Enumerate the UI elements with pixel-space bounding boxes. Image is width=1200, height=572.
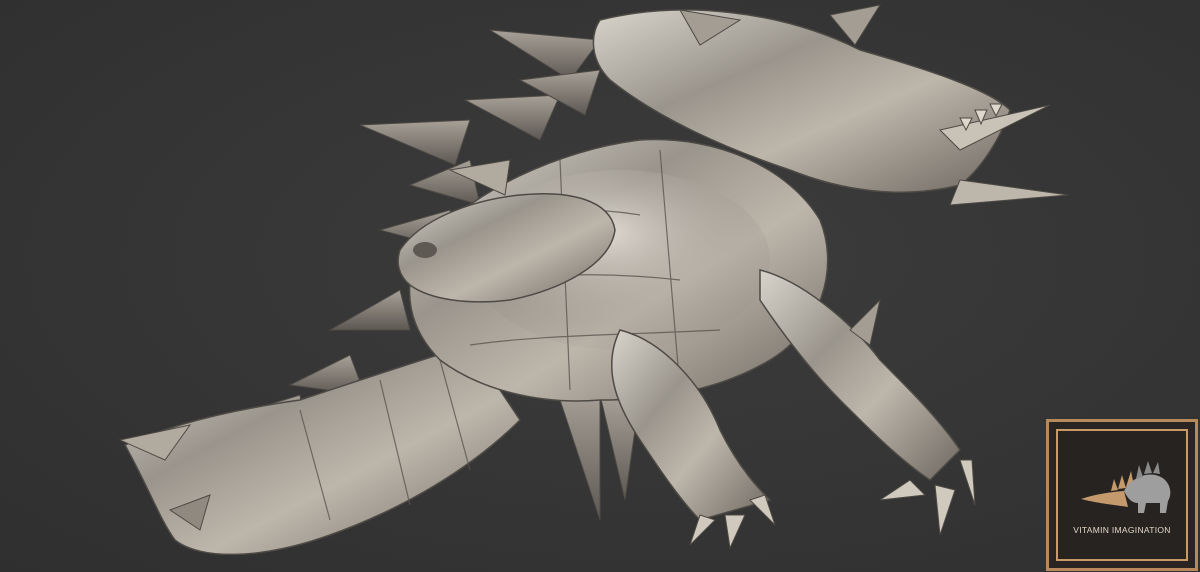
render-viewport — [0, 0, 1200, 572]
stegosaurus-icon — [1081, 461, 1171, 513]
dragon-sculpture-render — [118, 4, 1069, 556]
dragon-right-arm — [759, 269, 961, 481]
watermark-text: VITAMIN IMAGINATION — [1073, 525, 1171, 535]
watermark-inner-frame: VITAMIN IMAGINATION — [1056, 429, 1188, 561]
watermark-logo: VITAMIN IMAGINATION — [1046, 419, 1198, 571]
